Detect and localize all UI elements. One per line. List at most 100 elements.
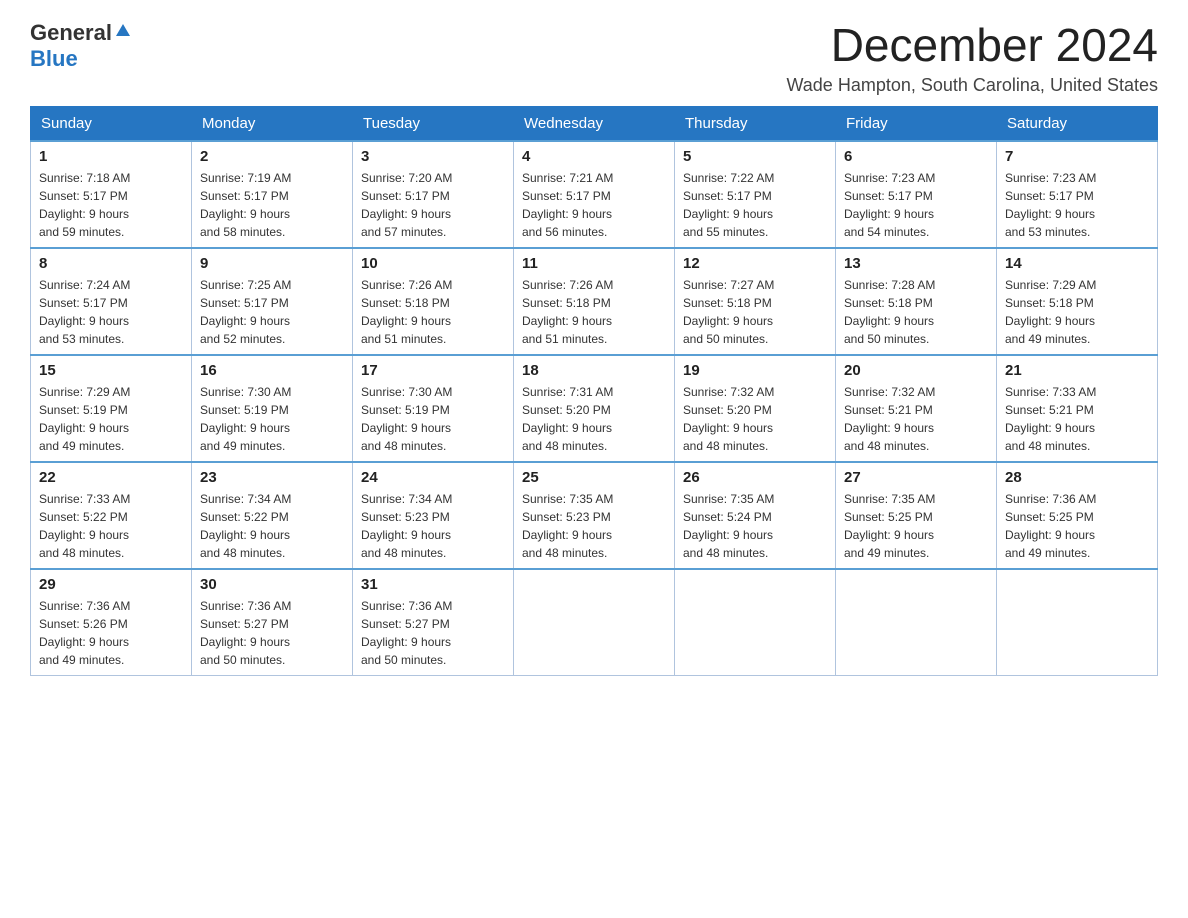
day-info: Sunrise: 7:23 AMSunset: 5:17 PMDaylight:… xyxy=(844,169,988,241)
calendar-cell: 6 Sunrise: 7:23 AMSunset: 5:17 PMDaylight… xyxy=(836,141,997,248)
day-info: Sunrise: 7:21 AMSunset: 5:17 PMDaylight:… xyxy=(522,169,666,241)
day-number: 13 xyxy=(844,255,988,272)
calendar-cell: 16Sunrise: 7:30 AMSunset: 5:19 PMDayligh… xyxy=(192,355,353,462)
day-number: 16 xyxy=(200,362,344,379)
day-number: 10 xyxy=(361,255,505,272)
month-title: December 2024 xyxy=(786,20,1158,71)
calendar-cell: 22 Sunrise: 7:33 AMSunset: 5:22 PMDayligh… xyxy=(31,462,192,569)
calendar-week-row: 1 Sunrise: 7:18 AMSunset: 5:17 PMDaylight… xyxy=(31,141,1158,248)
calendar-cell xyxy=(997,569,1158,676)
calendar-cell: 30 Sunrise: 7:36 AMSunset: 5:27 PMDayligh… xyxy=(192,569,353,676)
day-info: Sunrise: 7:35 AMSunset: 5:23 PMDaylight:… xyxy=(522,490,666,562)
calendar-cell: 10 Sunrise: 7:26 AMSunset: 5:18 PMDayligh… xyxy=(353,248,514,355)
day-info: Sunrise: 7:25 AMSunset: 5:17 PMDaylight:… xyxy=(200,276,344,348)
column-header-thursday: Thursday xyxy=(675,106,836,141)
column-header-saturday: Saturday xyxy=(997,106,1158,141)
calendar-cell: 11 Sunrise: 7:26 AMSunset: 5:18 PMDayligh… xyxy=(514,248,675,355)
calendar-cell: 4 Sunrise: 7:21 AMSunset: 5:17 PMDaylight… xyxy=(514,141,675,248)
calendar-cell: 24Sunrise: 7:34 AMSunset: 5:23 PMDayligh… xyxy=(353,462,514,569)
calendar-cell: 1 Sunrise: 7:18 AMSunset: 5:17 PMDaylight… xyxy=(31,141,192,248)
calendar-cell: 9 Sunrise: 7:25 AMSunset: 5:17 PMDaylight… xyxy=(192,248,353,355)
calendar-header-row: SundayMondayTuesdayWednesdayThursdayFrid… xyxy=(31,106,1158,141)
calendar-cell xyxy=(675,569,836,676)
day-number: 26 xyxy=(683,469,827,486)
location-subtitle: Wade Hampton, South Carolina, United Sta… xyxy=(786,75,1158,96)
calendar-cell: 8 Sunrise: 7:24 AMSunset: 5:17 PMDaylight… xyxy=(31,248,192,355)
day-number: 9 xyxy=(200,255,344,272)
calendar-cell: 29 Sunrise: 7:36 AMSunset: 5:26 PMDayligh… xyxy=(31,569,192,676)
day-number: 7 xyxy=(1005,148,1149,165)
day-info: Sunrise: 7:33 AMSunset: 5:21 PMDaylight:… xyxy=(1005,383,1149,455)
day-info: Sunrise: 7:23 AMSunset: 5:17 PMDaylight:… xyxy=(1005,169,1149,241)
day-info: Sunrise: 7:36 AMSunset: 5:27 PMDaylight:… xyxy=(361,597,505,669)
day-info: Sunrise: 7:26 AMSunset: 5:18 PMDaylight:… xyxy=(361,276,505,348)
calendar-cell: 13 Sunrise: 7:28 AMSunset: 5:18 PMDayligh… xyxy=(836,248,997,355)
page-header: General Blue December 2024 Wade Hampton,… xyxy=(30,20,1158,96)
day-info: Sunrise: 7:36 AMSunset: 5:26 PMDaylight:… xyxy=(39,597,183,669)
column-header-tuesday: Tuesday xyxy=(353,106,514,141)
day-info: Sunrise: 7:22 AMSunset: 5:17 PMDaylight:… xyxy=(683,169,827,241)
calendar-cell: 21Sunrise: 7:33 AMSunset: 5:21 PMDayligh… xyxy=(997,355,1158,462)
day-info: Sunrise: 7:30 AMSunset: 5:19 PMDaylight:… xyxy=(361,383,505,455)
logo: General Blue xyxy=(30,20,132,72)
day-info: Sunrise: 7:32 AMSunset: 5:21 PMDaylight:… xyxy=(844,383,988,455)
day-number: 1 xyxy=(39,148,183,165)
calendar-cell: 12 Sunrise: 7:27 AMSunset: 5:18 PMDayligh… xyxy=(675,248,836,355)
day-number: 29 xyxy=(39,576,183,593)
calendar-cell: 2Sunrise: 7:19 AMSunset: 5:17 PMDaylight… xyxy=(192,141,353,248)
day-info: Sunrise: 7:19 AMSunset: 5:17 PMDaylight:… xyxy=(200,169,344,241)
day-number: 27 xyxy=(844,469,988,486)
day-info: Sunrise: 7:34 AMSunset: 5:22 PMDaylight:… xyxy=(200,490,344,562)
day-info: Sunrise: 7:18 AMSunset: 5:17 PMDaylight:… xyxy=(39,169,183,241)
calendar-cell: 28Sunrise: 7:36 AMSunset: 5:25 PMDayligh… xyxy=(997,462,1158,569)
day-number: 14 xyxy=(1005,255,1149,272)
day-number: 20 xyxy=(844,362,988,379)
day-number: 8 xyxy=(39,255,183,272)
logo-triangle-icon xyxy=(114,22,132,40)
day-number: 25 xyxy=(522,469,666,486)
calendar-cell: 18Sunrise: 7:31 AMSunset: 5:20 PMDayligh… xyxy=(514,355,675,462)
day-number: 17 xyxy=(361,362,505,379)
day-info: Sunrise: 7:29 AMSunset: 5:19 PMDaylight:… xyxy=(39,383,183,455)
day-number: 15 xyxy=(39,362,183,379)
calendar-cell: 27 Sunrise: 7:35 AMSunset: 5:25 PMDayligh… xyxy=(836,462,997,569)
day-number: 11 xyxy=(522,255,666,272)
calendar-cell: 14Sunrise: 7:29 AMSunset: 5:18 PMDayligh… xyxy=(997,248,1158,355)
calendar-cell: 5 Sunrise: 7:22 AMSunset: 5:17 PMDaylight… xyxy=(675,141,836,248)
day-number: 6 xyxy=(844,148,988,165)
day-info: Sunrise: 7:27 AMSunset: 5:18 PMDaylight:… xyxy=(683,276,827,348)
day-number: 24 xyxy=(361,469,505,486)
day-number: 12 xyxy=(683,255,827,272)
day-info: Sunrise: 7:26 AMSunset: 5:18 PMDaylight:… xyxy=(522,276,666,348)
calendar-cell: 7 Sunrise: 7:23 AMSunset: 5:17 PMDaylight… xyxy=(997,141,1158,248)
column-header-monday: Monday xyxy=(192,106,353,141)
day-info: Sunrise: 7:35 AMSunset: 5:25 PMDaylight:… xyxy=(844,490,988,562)
calendar-week-row: 8 Sunrise: 7:24 AMSunset: 5:17 PMDaylight… xyxy=(31,248,1158,355)
calendar-cell xyxy=(514,569,675,676)
day-info: Sunrise: 7:24 AMSunset: 5:17 PMDaylight:… xyxy=(39,276,183,348)
title-section: December 2024 Wade Hampton, South Caroli… xyxy=(786,20,1158,96)
logo-blue: Blue xyxy=(30,46,78,71)
calendar-cell: 15 Sunrise: 7:29 AMSunset: 5:19 PMDayligh… xyxy=(31,355,192,462)
day-number: 5 xyxy=(683,148,827,165)
day-number: 19 xyxy=(683,362,827,379)
calendar-cell: 26 Sunrise: 7:35 AMSunset: 5:24 PMDayligh… xyxy=(675,462,836,569)
day-number: 4 xyxy=(522,148,666,165)
calendar-cell: 20 Sunrise: 7:32 AMSunset: 5:21 PMDayligh… xyxy=(836,355,997,462)
column-header-friday: Friday xyxy=(836,106,997,141)
day-number: 22 xyxy=(39,469,183,486)
day-info: Sunrise: 7:33 AMSunset: 5:22 PMDaylight:… xyxy=(39,490,183,562)
day-number: 23 xyxy=(200,469,344,486)
calendar-table: SundayMondayTuesdayWednesdayThursdayFrid… xyxy=(30,106,1158,676)
calendar-cell: 25 Sunrise: 7:35 AMSunset: 5:23 PMDayligh… xyxy=(514,462,675,569)
calendar-cell: 23 Sunrise: 7:34 AMSunset: 5:22 PMDayligh… xyxy=(192,462,353,569)
day-number: 18 xyxy=(522,362,666,379)
day-info: Sunrise: 7:36 AMSunset: 5:27 PMDaylight:… xyxy=(200,597,344,669)
calendar-cell: 17 Sunrise: 7:30 AMSunset: 5:19 PMDayligh… xyxy=(353,355,514,462)
day-info: Sunrise: 7:28 AMSunset: 5:18 PMDaylight:… xyxy=(844,276,988,348)
day-number: 30 xyxy=(200,576,344,593)
day-info: Sunrise: 7:20 AMSunset: 5:17 PMDaylight:… xyxy=(361,169,505,241)
column-header-wednesday: Wednesday xyxy=(514,106,675,141)
day-info: Sunrise: 7:35 AMSunset: 5:24 PMDaylight:… xyxy=(683,490,827,562)
day-number: 3 xyxy=(361,148,505,165)
